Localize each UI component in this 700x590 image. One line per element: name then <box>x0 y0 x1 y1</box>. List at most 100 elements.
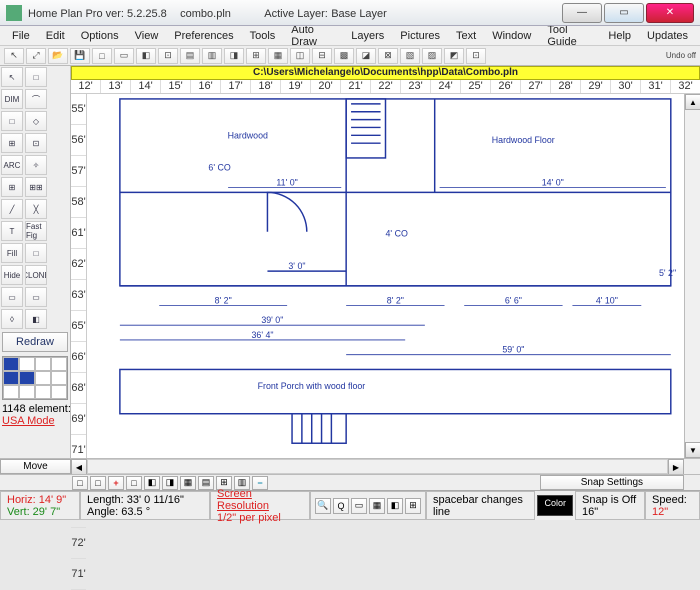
tool-btn-14[interactable]: ◫ <box>290 48 310 64</box>
left-tool-panel: ↖□ DIM⌒ □◇ ⊞⊡ ARC✧ ⊞⊞⊞ ╱╳ TFast Fig Fill… <box>0 66 71 458</box>
scroll-up-button[interactable]: ▲ <box>685 94 700 110</box>
tool-btn-21[interactable]: ◩ <box>444 48 464 64</box>
svg-text:6' 6": 6' 6" <box>505 296 522 306</box>
tool-16[interactable]: ▭ <box>25 287 47 307</box>
tool-5[interactable]: ⊞ <box>1 133 23 153</box>
tool-btn-16[interactable]: ▩ <box>334 48 354 64</box>
tool-btn-9[interactable]: ▤ <box>180 48 200 64</box>
color-button[interactable]: Color <box>537 495 573 516</box>
tool-btn-19[interactable]: ▧ <box>400 48 420 64</box>
maximize-button[interactable]: ▭ <box>604 3 644 23</box>
drawing-canvas[interactable]: 3' 0" Hardwood Hardwood Floor 6' CO 4' C… <box>87 94 684 458</box>
tool-btn-11[interactable]: ◨ <box>224 48 244 64</box>
zoom-out-button[interactable]: Q <box>333 498 349 514</box>
app-icon <box>6 5 22 21</box>
util-5[interactable]: ◨ <box>162 476 178 490</box>
menu-layers[interactable]: Layers <box>343 28 392 44</box>
menu-help[interactable]: Help <box>600 28 639 44</box>
tool-10[interactable]: ⊞⊞ <box>25 177 47 197</box>
tool-3[interactable]: □ <box>1 111 23 131</box>
main-toolbar: ↖ ⤢ 📂 💾 □ ▭ ◧ ⊡ ▤ ▥ ◨ ⊞ ▦ ◫ ⊟ ▩ ◪ ⊠ ▧ ▨ … <box>0 46 700 66</box>
move-button[interactable]: Move <box>0 459 71 474</box>
util-6[interactable]: ▦ <box>180 476 196 490</box>
svg-text:Hardwood: Hardwood <box>228 130 268 140</box>
tool-btn-17[interactable]: ◪ <box>356 48 376 64</box>
tool-btn-20[interactable]: ▨ <box>422 48 442 64</box>
tool-btn-13[interactable]: ▦ <box>268 48 288 64</box>
tool-dim[interactable]: DIM <box>1 89 23 109</box>
svg-text:4' CO: 4' CO <box>386 229 408 239</box>
minimize-button[interactable]: — <box>562 3 602 23</box>
tool-btn-22[interactable]: ⊡ <box>466 48 486 64</box>
tool-btn-8[interactable]: ⊡ <box>158 48 178 64</box>
zoom-3[interactable]: ▭ <box>351 498 367 514</box>
close-button[interactable]: ✕ <box>646 3 694 23</box>
snap-settings-button[interactable]: Snap Settings <box>540 475 684 490</box>
horizontal-scrollbar[interactable]: ◀ ▶ <box>71 459 684 474</box>
tool-resize[interactable]: ⤢ <box>26 48 46 64</box>
tool-fill[interactable]: Fill <box>1 243 23 263</box>
tool-btn-15[interactable]: ⊟ <box>312 48 332 64</box>
scroll-left-button[interactable]: ◀ <box>71 459 87 475</box>
tool-15[interactable]: ▭ <box>1 287 23 307</box>
menu-pictures[interactable]: Pictures <box>392 28 448 44</box>
menu-options[interactable]: Options <box>73 28 127 44</box>
scroll-right-button[interactable]: ▶ <box>668 459 684 475</box>
color-palette[interactable] <box>2 356 68 400</box>
menu-text[interactable]: Text <box>448 28 484 44</box>
tool-pointer[interactable]: ↖ <box>4 48 24 64</box>
usa-mode-link[interactable]: USA Mode <box>2 415 68 427</box>
tool-line1[interactable]: ╱ <box>1 199 23 219</box>
menu-view[interactable]: View <box>127 28 167 44</box>
util-1[interactable]: □ <box>72 476 88 490</box>
tool-arc2[interactable]: ⌒ <box>25 89 47 109</box>
status-angle: Angle: 63.5 ° <box>87 506 203 518</box>
svg-text:Front Porch with wood floor: Front Porch with wood floor <box>258 381 366 391</box>
util-7[interactable]: ▤ <box>198 476 214 490</box>
tool-fastfig[interactable]: Fast Fig <box>25 221 47 241</box>
tool-arc[interactable]: ARC <box>1 155 23 175</box>
tool-rect[interactable]: □ <box>25 67 47 87</box>
tool-8[interactable]: ✧ <box>25 155 47 175</box>
tool-select[interactable]: ↖ <box>1 67 23 87</box>
status-res-label[interactable]: Screen Resolution <box>217 488 303 512</box>
scroll-down-button[interactable]: ▼ <box>685 442 700 458</box>
tool-line2[interactable]: ╳ <box>25 199 47 219</box>
zoom-5[interactable]: ◧ <box>387 498 403 514</box>
tool-hide[interactable]: Hide <box>1 265 23 285</box>
menu-updates[interactable]: Updates <box>639 28 696 44</box>
zoom-in-button[interactable]: 🔍 <box>315 498 331 514</box>
menu-preferences[interactable]: Preferences <box>166 28 241 44</box>
vertical-scrollbar[interactable]: ▲ ▼ <box>684 94 700 458</box>
redraw-button[interactable]: Redraw <box>2 332 68 352</box>
scroll-row: Move ◀ ▶ <box>0 458 700 474</box>
menu-tools[interactable]: Tools <box>242 28 284 44</box>
tool-clone[interactable]: CLONE <box>25 265 47 285</box>
zoom-4[interactable]: ▦ <box>369 498 385 514</box>
tool-9[interactable]: ⊞ <box>1 177 23 197</box>
tool-btn-7[interactable]: ◧ <box>136 48 156 64</box>
svg-text:8' 2": 8' 2" <box>215 296 232 306</box>
zoom-6[interactable]: ⊞ <box>405 498 421 514</box>
menu-file[interactable]: File <box>4 28 38 44</box>
tool-btn-6[interactable]: ▭ <box>114 48 134 64</box>
tool-4[interactable]: ◇ <box>25 111 47 131</box>
menu-edit[interactable]: Edit <box>38 28 73 44</box>
tool-btn-18[interactable]: ⊠ <box>378 48 398 64</box>
tool-save[interactable]: 💾 <box>70 48 90 64</box>
tool-print[interactable]: □ <box>92 48 112 64</box>
util-2[interactable]: □ <box>90 476 106 490</box>
util-4[interactable]: ◧ <box>144 476 160 490</box>
tool-open[interactable]: 📂 <box>48 48 68 64</box>
tool-6[interactable]: ⊡ <box>25 133 47 153</box>
tool-btn-10[interactable]: ▥ <box>202 48 222 64</box>
tool-btn-12[interactable]: ⊞ <box>246 48 266 64</box>
tool-18[interactable]: ◧ <box>25 309 47 329</box>
tool-12[interactable]: □ <box>25 243 47 263</box>
util-3[interactable]: □ <box>126 476 142 490</box>
svg-text:11' 0": 11' 0" <box>276 177 297 187</box>
tool-17[interactable]: ◊ <box>1 309 23 329</box>
menu-window[interactable]: Window <box>484 28 539 44</box>
tool-text[interactable]: T <box>1 221 23 241</box>
util-plus[interactable]: + <box>108 476 124 490</box>
